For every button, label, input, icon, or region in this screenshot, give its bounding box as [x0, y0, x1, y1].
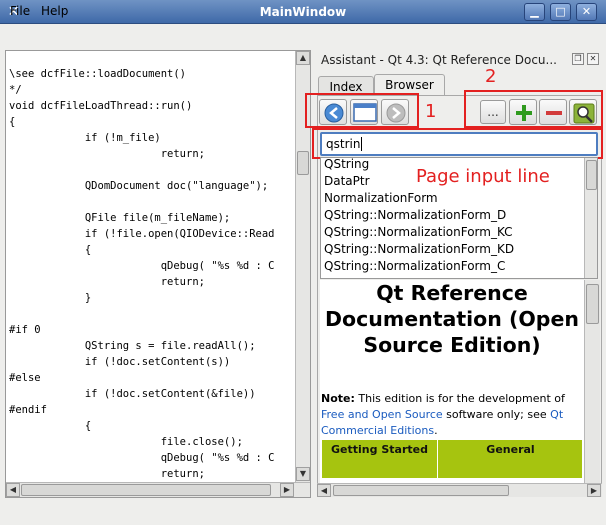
code-line[interactable]: void dcfFileLoadThread::run() [9, 98, 294, 114]
minimize-icon[interactable]: ▁ [524, 3, 545, 21]
search-input-value: qstrin [326, 137, 361, 151]
code-line[interactable]: QDomDocument doc("language"); [9, 178, 294, 194]
code-line[interactable]: return; [9, 274, 294, 290]
code-line[interactable] [9, 306, 294, 322]
table-divider [437, 440, 438, 478]
maximize-icon[interactable]: □ [550, 3, 571, 21]
code-line[interactable]: #endif [9, 402, 294, 418]
code-line[interactable]: if (!doc.setContent(&file)) [9, 386, 294, 402]
code-line[interactable]: } [9, 290, 294, 306]
assistant-dock-title: Assistant - Qt 4.3: Qt Reference Docu... [321, 53, 557, 67]
code-line[interactable]: \see dcfFile::loadDocument() [9, 66, 294, 82]
note-text: This edition is for the development of [354, 392, 565, 405]
completion-item[interactable]: QString::NormalizationForm_KC [324, 224, 513, 241]
link-free-open-source[interactable]: Free and Open Source [321, 408, 443, 421]
completion-item[interactable]: QString [324, 158, 369, 173]
scrollbar-thumb[interactable] [21, 484, 271, 496]
doc-table: Getting Started General [322, 440, 582, 478]
code-line[interactable]: QString s = file.readAll(); [9, 338, 294, 354]
page-search-input[interactable]: qstrin [320, 132, 598, 156]
completion-item[interactable]: NormalizationForm [324, 190, 438, 207]
code-line[interactable] [9, 162, 294, 178]
scroll-down-arrow-icon[interactable]: ▼ [296, 467, 310, 481]
completion-item[interactable]: QString::NormalizationForm_C [324, 258, 505, 275]
note-label: Note: [321, 392, 355, 405]
scrollbar-thumb[interactable] [333, 485, 509, 496]
code-line[interactable]: { [9, 114, 294, 130]
code-line[interactable] [9, 194, 294, 210]
document-vertical-scrollbar[interactable] [584, 280, 600, 483]
completion-item[interactable]: QString::NormalizationForm_KD [324, 241, 514, 258]
scroll-left-arrow-icon[interactable]: ◀ [6, 483, 20, 497]
menubar [0, 25, 606, 47]
table-header-getting-started[interactable]: Getting Started [322, 443, 437, 473]
annotation-box-tools [464, 90, 603, 128]
annotation-label-2: 2 [485, 66, 497, 87]
doc-note: Note: This edition is for the developmen… [321, 391, 583, 439]
code-line[interactable]: */ [9, 82, 294, 98]
code-line[interactable]: { [9, 418, 294, 434]
doc-heading: Qt Reference Documentation (Open Source … [325, 281, 579, 357]
dock-close-icon[interactable]: ✕ [587, 53, 599, 65]
code-line[interactable]: { [9, 242, 294, 258]
completion-item[interactable]: DataPtr [324, 173, 370, 190]
code-line[interactable]: qDebug( "%s %d : C [9, 450, 294, 466]
code-editor[interactable]: \see dcfFile::loadDocument() */void dcfFi… [5, 50, 311, 498]
editor-horizontal-scrollbar[interactable]: ◀ ▶ [6, 482, 310, 497]
code-line[interactable]: #else [9, 370, 294, 386]
code-line[interactable]: if (!m_file) [9, 130, 294, 146]
annotation-label-page-input-line: Page input line [416, 166, 550, 187]
menu-file[interactable]: File [10, 3, 30, 19]
window-title: MainWindow [259, 5, 347, 19]
annotation-box-navigation [305, 93, 419, 128]
note-text: software only; see [442, 408, 551, 421]
code-line[interactable]: file.close(); [9, 434, 294, 450]
scroll-up-arrow-icon[interactable]: ▲ [296, 51, 310, 65]
code-line[interactable]: return; [9, 146, 294, 162]
code-text[interactable]: \see dcfFile::loadDocument() */void dcfFi… [9, 66, 294, 486]
scroll-right-arrow-icon[interactable]: ▶ [587, 484, 601, 497]
scrollbar-thumb[interactable] [586, 160, 597, 190]
document-horizontal-scrollbar[interactable]: ◀ ▶ [317, 483, 602, 497]
code-line[interactable]: return; [9, 466, 294, 482]
close-icon[interactable]: ✕ [576, 3, 597, 21]
annotation-label-1: 1 [425, 101, 437, 122]
completion-scrollbar[interactable] [584, 158, 597, 278]
code-line[interactable]: if (!doc.setContent(s)) [9, 354, 294, 370]
menu-help[interactable]: Help [41, 3, 68, 19]
code-line[interactable]: if (!file.open(QIODevice::Read [9, 226, 294, 242]
scroll-left-arrow-icon[interactable]: ◀ [317, 484, 331, 497]
scrollbar-thumb[interactable] [297, 151, 309, 175]
code-line[interactable]: #if 0 [9, 322, 294, 338]
document-view[interactable]: Qt Reference Documentation (Open Source … [320, 280, 584, 483]
completion-item[interactable]: QString::NormalizationForm_D [324, 207, 506, 224]
note-text: . [434, 424, 438, 437]
dock-float-icon[interactable]: ❐ [572, 53, 584, 65]
code-line[interactable]: QFile file(m_fileName); [9, 210, 294, 226]
scrollbar-thumb[interactable] [586, 284, 599, 324]
table-header-general[interactable]: General [439, 443, 582, 473]
scroll-right-arrow-icon[interactable]: ▶ [280, 483, 294, 497]
code-line[interactable]: qDebug( "%s %d : C [9, 258, 294, 274]
